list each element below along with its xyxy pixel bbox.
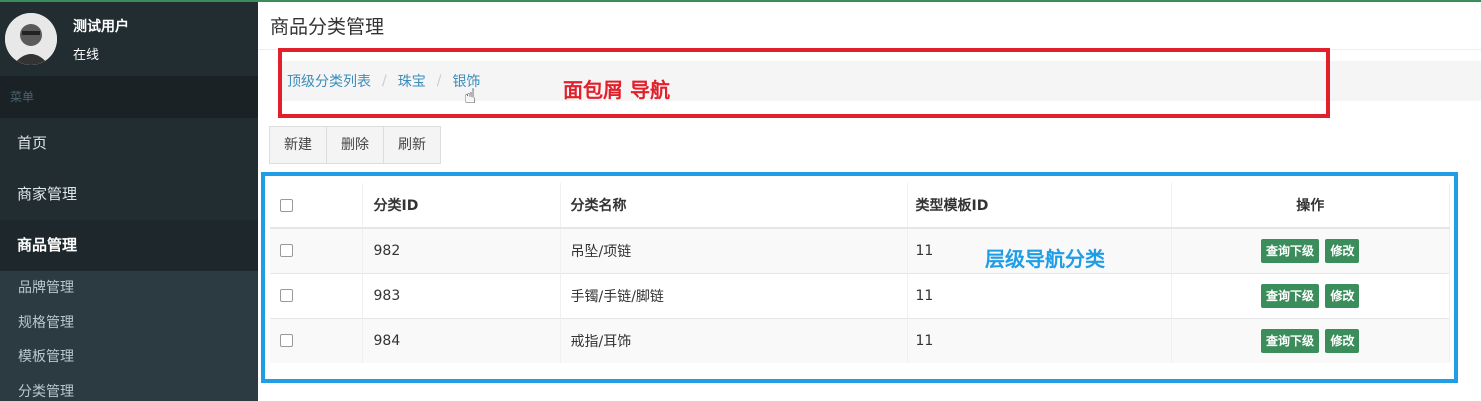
sidebar: 测试用户 在线 菜单 首页 商家管理 商品管理 品牌管理 规格管理 模板管理 分… xyxy=(0,0,258,401)
sidebar-subitem-template[interactable]: 模板管理 xyxy=(0,340,258,375)
main-content: 商品分类管理 顶级分类列表 / 珠宝 / 银饰 ☝ 面包屑 导航 新建 删除 刷… xyxy=(258,0,1481,401)
sidebar-item-goods[interactable]: 商品管理 xyxy=(0,220,258,271)
sidebar-subitem-brand[interactable]: 品牌管理 xyxy=(0,271,258,306)
user-name: 测试用户 xyxy=(73,18,129,35)
user-panel: 测试用户 在线 xyxy=(0,0,258,76)
toolbar: 新建 删除 刷新 xyxy=(269,126,441,164)
sidebar-submenu: 品牌管理 规格管理 模板管理 分类管理 xyxy=(0,271,258,401)
annotation-table-note: 层级导航分类 xyxy=(985,247,1105,271)
annotation-breadcrumb-note: 面包屑 导航 xyxy=(563,78,670,102)
sidebar-subitem-category[interactable]: 分类管理 xyxy=(0,375,258,401)
annotation-box-table xyxy=(261,172,1458,383)
menu-header: 菜单 xyxy=(0,76,258,118)
page-title: 商品分类管理 xyxy=(270,16,385,38)
refresh-button[interactable]: 刷新 xyxy=(383,126,441,164)
delete-button[interactable]: 删除 xyxy=(326,126,384,164)
sidebar-item-merchant[interactable]: 商家管理 xyxy=(0,169,258,220)
sidebar-item-home[interactable]: 首页 xyxy=(0,118,258,169)
avatar xyxy=(5,13,57,65)
annotation-box-breadcrumb xyxy=(278,48,1330,118)
user-status: 在线 xyxy=(73,47,100,63)
sidebar-subitem-spec[interactable]: 规格管理 xyxy=(0,306,258,341)
top-accent-line xyxy=(258,0,1481,2)
new-button[interactable]: 新建 xyxy=(269,126,327,164)
